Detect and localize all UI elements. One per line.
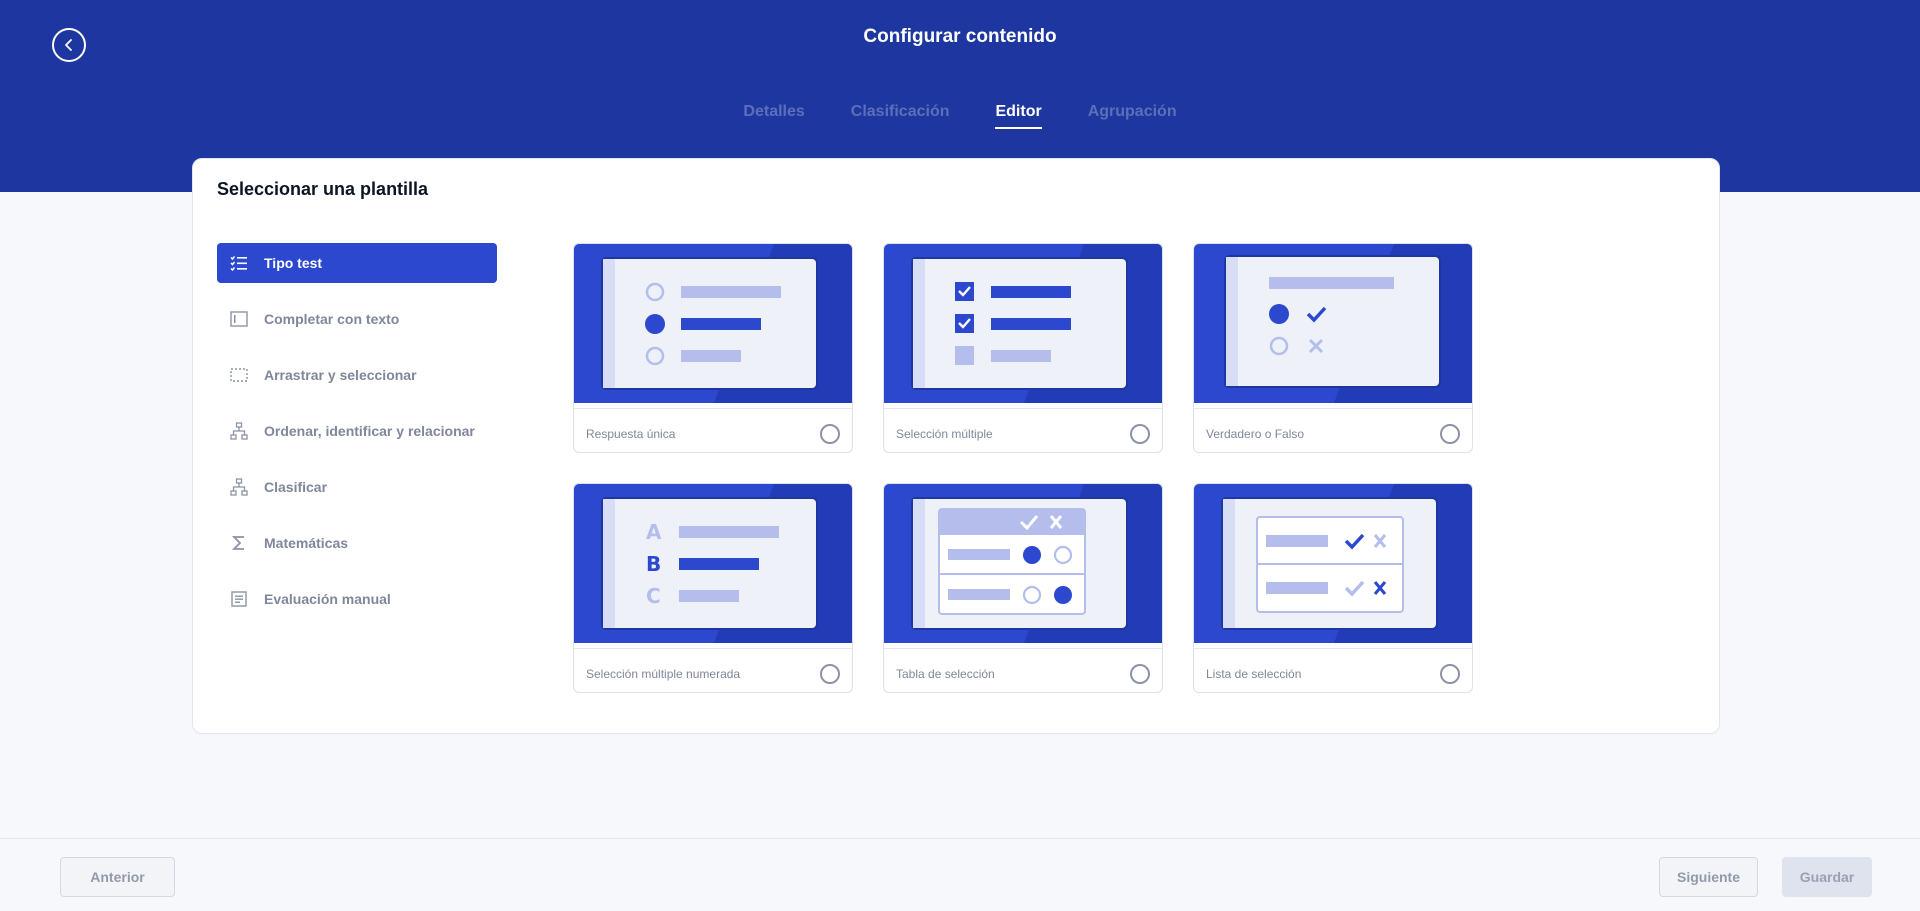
menu-item-arrastrar[interactable]: Arrastrar y seleccionar [217,355,497,395]
template-label: Selección múltiple [896,426,993,441]
template-label: Lista de selección [1206,666,1302,681]
template-label: Tabla de selección [896,666,995,681]
document-icon [229,589,249,609]
template-label: Respuesta única [586,426,676,441]
svg-text:B: B [646,552,661,576]
panel-title: Seleccionar una plantilla [217,179,429,199]
tab-editor[interactable]: Editor [995,103,1042,129]
svg-text:C: C [646,584,661,608]
template-footer: Selección múltiple [884,408,1162,452]
checklist-icon [229,253,249,273]
template-panel: Seleccionar una plantilla Tipo test Comp… [192,158,1720,734]
menu-item-label: Evaluación manual [264,591,391,607]
template-respuesta-unica[interactable]: Respuesta única [573,243,853,453]
multiple-choice-illustration [884,244,1162,403]
menu-item-label: Clasificar [264,479,328,495]
selection-list-illustration [1194,484,1472,643]
hierarchy-icon [229,421,249,441]
template-radio[interactable] [1130,423,1150,444]
template-label: Verdadero o Falso [1206,426,1305,441]
tab-agrupacion[interactable]: Agrupación [1088,103,1177,129]
menu-item-label: Arrastrar y seleccionar [264,367,417,383]
menu-item-label: Ordenar, identificar y relacionar [264,423,475,439]
template-radio[interactable] [1440,663,1460,684]
menu-item-completar-texto[interactable]: Completar con texto [217,299,497,339]
menu-item-ordenar[interactable]: Ordenar, identificar y relacionar [217,411,497,451]
sigma-icon [229,533,249,553]
menu-item-label: Matemáticas [264,535,349,551]
true-false-illustration [1194,244,1472,403]
dashed-select-icon [229,365,249,385]
template-tabla-seleccion[interactable]: Tabla de selección [883,483,1163,693]
previous-button[interactable]: Anterior [60,857,175,897]
menu-item-tipo-test[interactable]: Tipo test [217,243,497,283]
template-radio[interactable] [820,663,840,684]
template-label: Selección múltiple numerada [586,666,741,681]
tab-clasificacion[interactable]: Clasificación [851,103,950,129]
template-radio[interactable] [1440,423,1460,444]
template-verdadero-falso[interactable]: Verdadero o Falso [1193,243,1473,453]
template-grid: Respuesta única Selección múltiple Verda… [573,243,1473,693]
hierarchy-icon [229,477,249,497]
menu-item-label: Completar con texto [264,311,400,327]
template-footer: Lista de selección [1194,648,1472,692]
template-seleccion-multiple[interactable]: Selección múltiple [883,243,1163,453]
text-field-icon [229,309,249,329]
save-button[interactable]: Guardar [1782,857,1872,897]
template-footer: Verdadero o Falso [1194,408,1472,452]
template-footer: Respuesta única [574,408,852,452]
selection-table-illustration [884,484,1162,643]
page-title: Configurar contenido [863,26,1057,47]
menu-item-label: Tipo test [264,255,323,271]
svg-text:A: A [646,520,662,544]
category-menu: Tipo test Completar con texto Arrastrar … [217,243,497,635]
menu-item-matematicas[interactable]: Matemáticas [217,523,497,563]
footer-bar: Anterior Siguiente Guardar [0,838,1920,911]
single-choice-illustration [574,244,852,403]
template-radio[interactable] [820,423,840,444]
template-lista-seleccion[interactable]: Lista de selección [1193,483,1473,693]
numbered-choice-illustration: A B C [574,484,852,643]
step-tabs: Detalles Clasificación Editor Agrupación [0,103,1920,129]
template-footer: Selección múltiple numerada [574,648,852,692]
template-radio[interactable] [1130,663,1150,684]
menu-item-clasificar[interactable]: Clasificar [217,467,497,507]
template-seleccion-numerada[interactable]: A B C Selección múltiple numerada [573,483,853,693]
template-footer: Tabla de selección [884,648,1162,692]
tab-detalles[interactable]: Detalles [743,103,804,129]
menu-item-evaluacion[interactable]: Evaluación manual [217,579,497,619]
next-button[interactable]: Siguiente [1659,857,1758,897]
